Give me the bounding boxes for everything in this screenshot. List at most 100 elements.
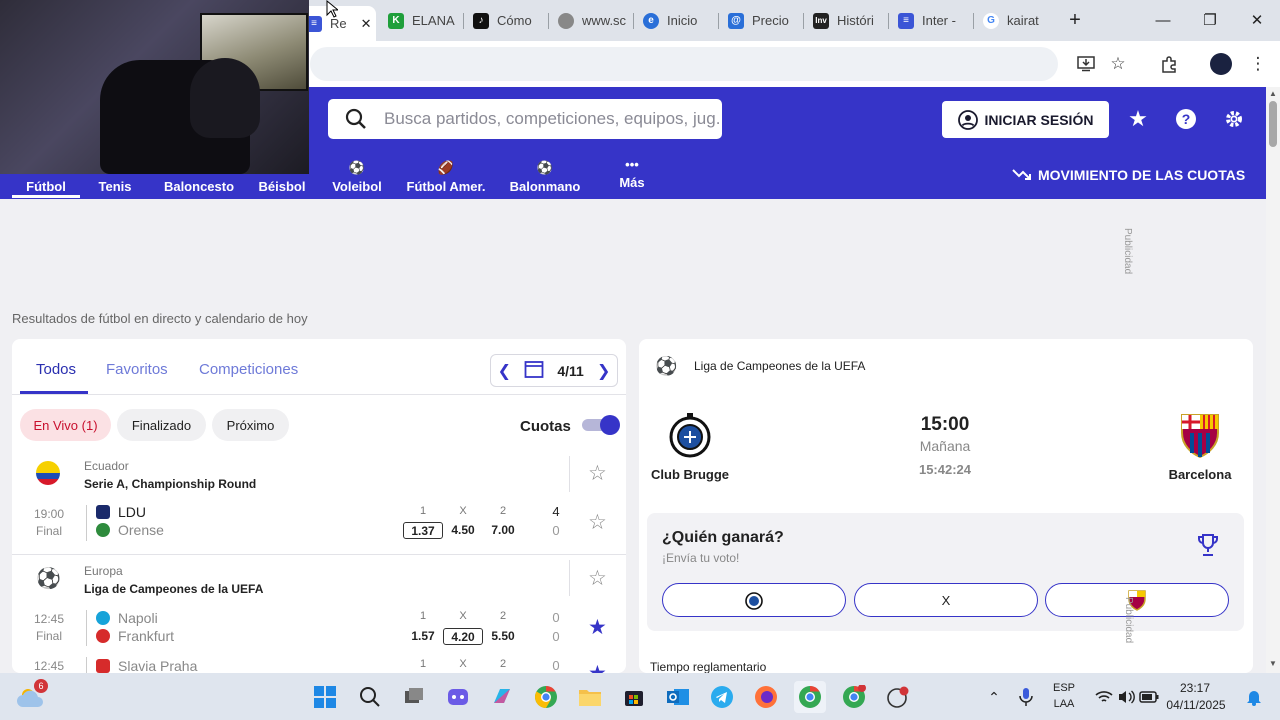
clock-time[interactable]: 23:17 xyxy=(1168,681,1222,695)
close-window-button[interactable]: ✕ xyxy=(1244,8,1270,32)
star-outline-icon[interactable]: ☆ xyxy=(588,463,607,484)
scroll-up-icon[interactable]: ▲ xyxy=(1269,89,1277,98)
competition-name[interactable]: Serie A, Championship Round xyxy=(84,477,256,491)
recording-app-icon[interactable] xyxy=(882,681,914,713)
install-app-icon[interactable] xyxy=(1074,52,1098,76)
competition-name[interactable]: Liga de Campeones de la UEFA xyxy=(694,359,865,373)
file-explorer-icon[interactable] xyxy=(574,681,606,713)
search-input[interactable]: Busca partidos, competiciones, equipos, … xyxy=(328,99,722,139)
page-subtitle: Resultados de fútbol en directo y calend… xyxy=(12,311,308,326)
vote-draw-button[interactable]: X xyxy=(854,583,1038,617)
outlook-icon[interactable] xyxy=(662,681,694,713)
sport-tab-label: Más xyxy=(619,175,645,190)
clock-date[interactable]: 04/11/2025 xyxy=(1164,698,1228,712)
scroll-down-icon[interactable]: ▼ xyxy=(1269,659,1277,668)
close-tab-icon[interactable]: ✕ xyxy=(361,16,372,32)
search-icon[interactable] xyxy=(354,681,386,713)
maximize-button[interactable]: ❐ xyxy=(1197,8,1223,32)
sport-tab-tenis[interactable]: Tenis xyxy=(90,160,140,198)
calendar-icon[interactable] xyxy=(524,359,544,382)
page-scrollbar[interactable]: ▲ ▼ xyxy=(1266,87,1280,673)
home-team[interactable]: Napoli xyxy=(118,610,158,626)
away-team[interactable]: Frankfurt xyxy=(118,628,174,644)
browser-menu-icon[interactable]: ⋮ xyxy=(1246,52,1270,76)
weather-widget-icon[interactable]: 6 xyxy=(16,679,48,713)
star-filled-icon[interactable]: ★ xyxy=(588,617,607,638)
chevron-right-icon[interactable]: ❯ xyxy=(597,361,610,381)
filter-chip-live[interactable]: En Vivo (1) xyxy=(20,409,111,441)
input-language[interactable]: ESP xyxy=(1046,682,1082,694)
away-team-name[interactable]: Barcelona xyxy=(1145,467,1253,482)
home-team[interactable]: Slavia Praha xyxy=(118,658,197,673)
bookmark-star-icon[interactable]: ☆ xyxy=(1106,52,1130,76)
filter-chip-finished[interactable]: Finalizado xyxy=(117,409,206,441)
extensions-icon[interactable] xyxy=(1157,52,1181,76)
sport-tab-futbol-amer[interactable]: 🏈 Fútbol Amer. xyxy=(406,160,486,198)
firefox-icon[interactable] xyxy=(750,681,782,713)
star-filled-icon[interactable]: ★ xyxy=(588,663,607,673)
chrome-profile-icon[interactable] xyxy=(794,681,826,713)
chevron-up-icon[interactable]: ⌃ xyxy=(978,681,1010,713)
scrollbar-thumb[interactable] xyxy=(1269,101,1277,147)
windows-start-icon[interactable] xyxy=(309,681,341,713)
sport-tab-baloncesto[interactable]: Baloncesto xyxy=(160,160,238,198)
help-icon[interactable]: ? xyxy=(1173,106,1199,132)
odds-value[interactable]: 1.37 xyxy=(403,522,443,539)
browser-tab[interactable]: K ELANA xyxy=(388,6,468,35)
browser-tab-active[interactable]: ≡ Re ✕ xyxy=(300,6,376,41)
login-button[interactable]: INICIAR SESIÓN xyxy=(942,101,1109,138)
tab-favoritos[interactable]: Favoritos xyxy=(106,361,168,378)
browser-tab[interactable]: @ Precio xyxy=(728,6,808,35)
telegram-icon[interactable] xyxy=(706,681,738,713)
sport-tab-beisbol[interactable]: Béisbol xyxy=(254,160,310,198)
divider xyxy=(86,657,87,673)
microphone-icon[interactable] xyxy=(1010,681,1042,713)
sport-tab-futbol[interactable]: Fútbol xyxy=(12,160,80,198)
new-tab-button[interactable]: + xyxy=(1062,8,1088,32)
chevron-left-icon[interactable]: ❮ xyxy=(498,361,511,381)
vote-away-button[interactable] xyxy=(1045,583,1229,617)
profile-avatar-icon[interactable] xyxy=(1209,52,1233,76)
browser-tab[interactable]: ≡ Inter - xyxy=(898,6,978,35)
home-team[interactable]: LDU xyxy=(118,504,146,520)
odds-value[interactable]: 4.20 xyxy=(443,628,483,645)
settings-gear-icon[interactable] xyxy=(1221,106,1247,132)
minimize-button[interactable]: — xyxy=(1150,8,1176,32)
sport-tab-mas[interactable]: ••• Más xyxy=(612,156,652,194)
chrome-icon[interactable] xyxy=(530,681,562,713)
browser-tab[interactable]: e Inicio xyxy=(643,6,723,35)
teams-chat-icon[interactable] xyxy=(442,681,474,713)
task-view-icon[interactable] xyxy=(398,681,430,713)
battery-icon[interactable] xyxy=(1133,681,1165,713)
star-outline-icon[interactable]: ☆ xyxy=(588,512,607,533)
away-team[interactable]: Orense xyxy=(118,522,164,538)
favorites-star-icon[interactable]: ★ xyxy=(1125,106,1151,132)
browser-tab[interactable]: ♪ Cómo xyxy=(473,6,553,35)
club-brugge-crest-icon[interactable] xyxy=(668,411,712,459)
barcelona-crest-icon[interactable] xyxy=(1178,409,1222,459)
odds-value[interactable]: 4.50 xyxy=(443,522,483,539)
browser-tab[interactable]: Inv Históri xyxy=(813,6,893,35)
chrome-profile-icon[interactable] xyxy=(838,681,870,713)
copilot-icon[interactable] xyxy=(486,681,518,713)
home-team-name[interactable]: Club Brugge xyxy=(639,467,745,482)
notification-bell-icon[interactable] xyxy=(1238,681,1270,713)
odds-movement-link[interactable]: MOVIMIENTO DE LAS CUOTAS xyxy=(1012,167,1245,183)
microsoft-store-icon[interactable] xyxy=(618,681,650,713)
browser-tab[interactable]: G kairat xyxy=(983,6,1063,35)
sport-tab-voleibol[interactable]: ⚽ Voleibol xyxy=(328,160,386,198)
odds-value[interactable]: 5.50 xyxy=(483,628,523,645)
tab-competiciones[interactable]: Competiciones xyxy=(199,361,298,378)
competition-name[interactable]: Liga de Campeones de la UEFA xyxy=(84,582,263,596)
odds-toggle[interactable] xyxy=(582,415,620,435)
input-layout[interactable]: LAA xyxy=(1046,698,1082,710)
vote-home-button[interactable] xyxy=(662,583,846,617)
star-outline-icon[interactable]: ☆ xyxy=(588,568,607,589)
sport-tab-balonmano[interactable]: ⚽ Balonmano xyxy=(508,160,582,198)
odds-value[interactable]: 1.57 xyxy=(403,628,443,645)
address-bar[interactable] xyxy=(310,47,1058,81)
tab-todos[interactable]: Todos xyxy=(36,361,76,378)
odds-value[interactable]: 7.00 xyxy=(483,522,523,539)
browser-tab[interactable]: www.sc xyxy=(558,6,638,35)
filter-chip-upcoming[interactable]: Próximo xyxy=(212,409,289,441)
